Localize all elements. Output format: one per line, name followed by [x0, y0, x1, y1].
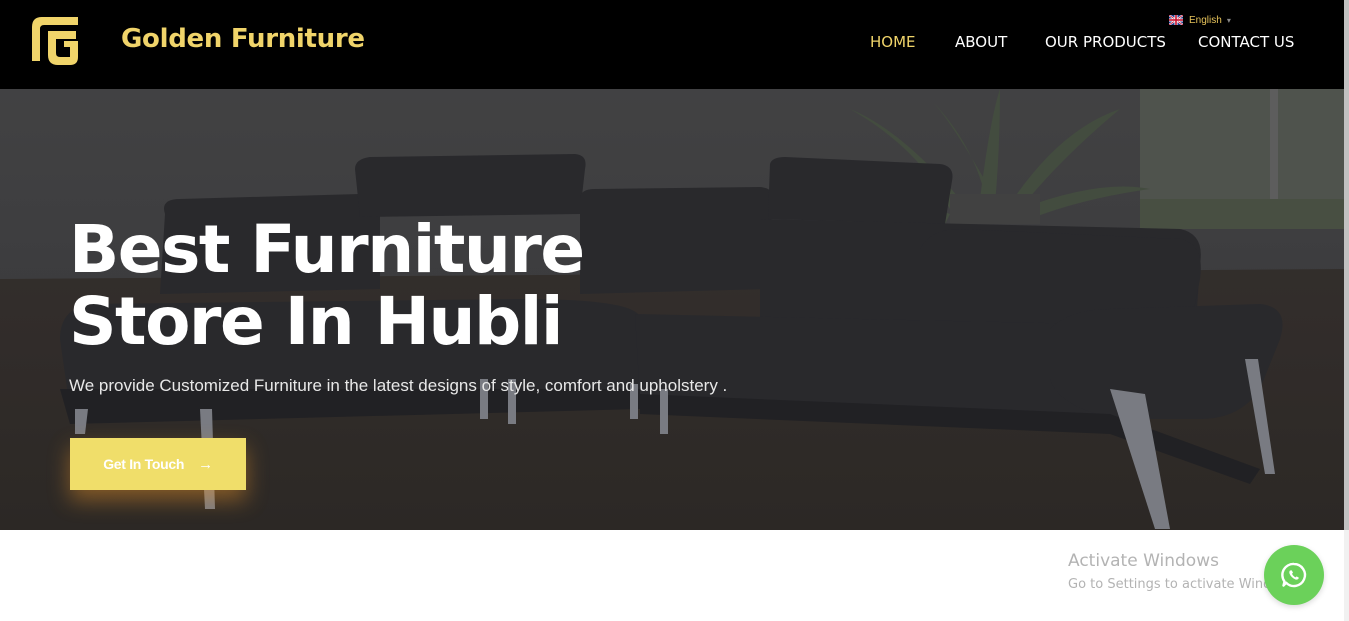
hero-subtitle: We provide Customized Furniture in the l…	[69, 376, 728, 395]
uk-flag-icon	[1169, 15, 1183, 25]
scrollbar-thumb[interactable]	[1344, 0, 1349, 530]
nav-our-products[interactable]: OUR PRODUCTS	[1045, 33, 1166, 51]
language-label: English	[1189, 14, 1222, 26]
activate-windows-title: Activate Windows	[1068, 551, 1219, 571]
site-header: Golden Furniture English ▾ HOME ABOUT OU…	[0, 0, 1344, 89]
hero-banner: Best Furniture Store In Hubli We provide…	[0, 89, 1344, 530]
arrow-right-icon: →	[198, 455, 213, 473]
chevron-down-icon: ▾	[1226, 15, 1231, 25]
get-in-touch-button[interactable]: Get In Touch →	[70, 438, 246, 490]
activate-windows-subtitle: Go to Settings to activate Windows.	[1068, 577, 1268, 592]
gf-logo-icon[interactable]	[28, 13, 82, 65]
hero-title-line-1: Best Furniture	[69, 211, 585, 288]
hero-title: Best Furniture Store In Hubli	[69, 214, 689, 358]
language-selector[interactable]: English ▾	[1169, 13, 1231, 27]
whatsapp-button[interactable]	[1264, 545, 1324, 605]
hero-title-line-2: Store In Hubli	[69, 283, 563, 360]
get-in-touch-label: Get In Touch	[103, 456, 185, 472]
nav-home[interactable]: HOME	[870, 33, 916, 51]
page-scrollbar[interactable]	[1344, 0, 1349, 621]
brand-name[interactable]: Golden Furniture	[121, 24, 365, 54]
whatsapp-icon	[1281, 562, 1307, 588]
nav-contact-us[interactable]: CONTACT US	[1198, 33, 1294, 51]
nav-about[interactable]: ABOUT	[955, 33, 1007, 51]
